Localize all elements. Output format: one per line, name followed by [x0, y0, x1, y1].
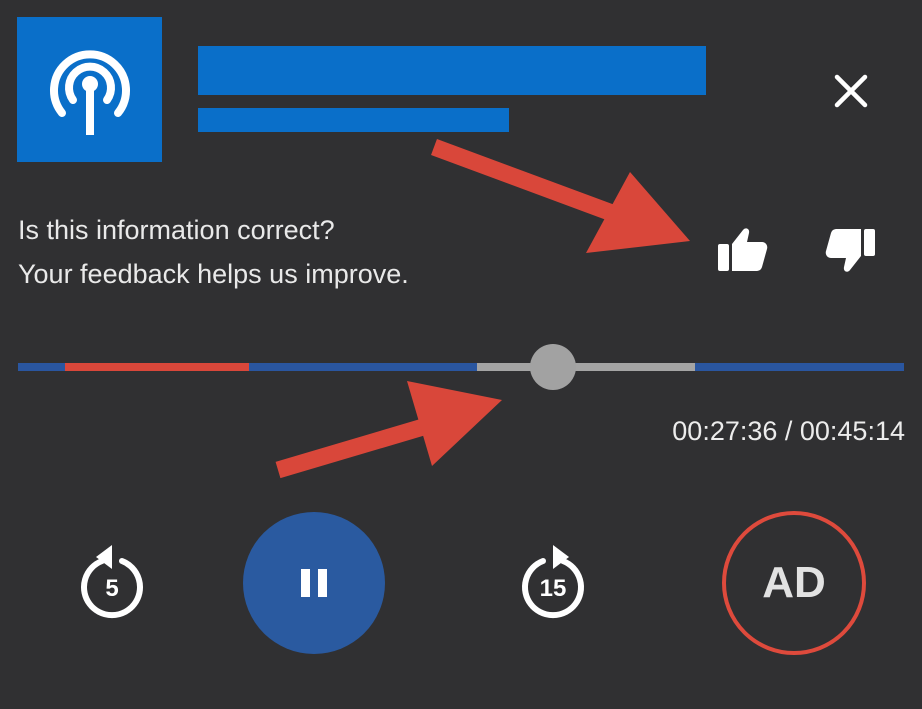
- close-button[interactable]: [826, 66, 876, 116]
- episode-title-redacted: [198, 46, 706, 95]
- rewind-seconds-label: 5: [105, 575, 119, 602]
- ad-button[interactable]: AD: [722, 511, 866, 655]
- podcast-artwork: [17, 17, 162, 162]
- ad-marker-segment: [65, 363, 249, 371]
- annotation-arrow-feedback: [431, 139, 690, 253]
- annotation-arrow-progress: [275, 381, 502, 479]
- thumbs-up-button[interactable]: [711, 222, 773, 278]
- forward-15-button[interactable]: 15: [513, 539, 593, 627]
- thumbs-up-icon: [718, 228, 768, 271]
- feedback-subtext: Your feedback helps us improve.: [18, 259, 409, 289]
- time-display: 00:27:36 / 00:45:14: [672, 416, 905, 446]
- pause-button[interactable]: [243, 512, 385, 654]
- forward-seconds-label: 15: [539, 575, 567, 602]
- podcast-broadcast-icon: [49, 49, 130, 135]
- progress-scrubber-handle[interactable]: [530, 344, 577, 390]
- thumbs-down-icon: [825, 229, 875, 272]
- rewind-5-button[interactable]: 5: [72, 539, 152, 627]
- buffered-segment: [477, 363, 695, 371]
- pause-icon: [301, 569, 327, 597]
- thumbs-down-button[interactable]: [820, 222, 882, 278]
- feedback-question: Is this information correct?: [18, 215, 335, 245]
- feedback-prompt: Is this information correct? Your feedba…: [18, 208, 409, 296]
- progress-bar[interactable]: [18, 343, 904, 391]
- episode-subtitle-redacted: [198, 108, 509, 132]
- close-icon: [834, 74, 868, 108]
